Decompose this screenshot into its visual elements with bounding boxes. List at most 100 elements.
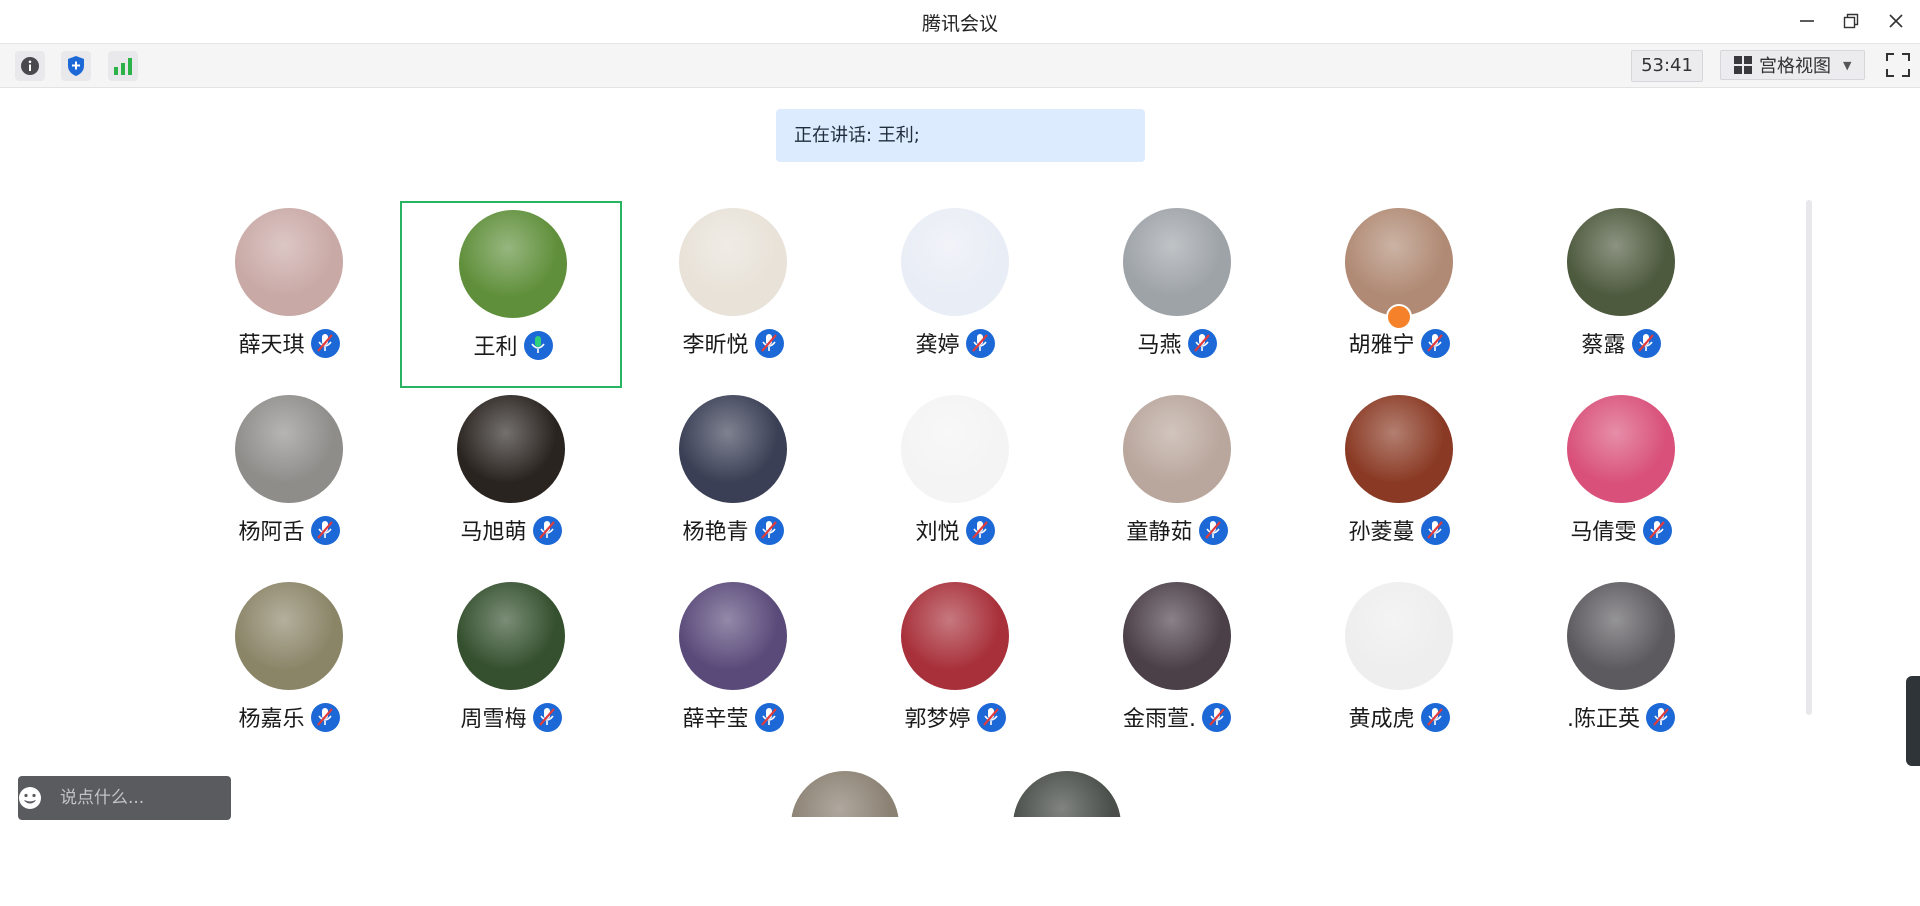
mic-muted-icon	[310, 515, 340, 545]
participant-avatar	[235, 395, 343, 503]
participant-tile[interactable]: 薛天琪	[178, 201, 400, 388]
participant-tile[interactable]: 孙菱蔓	[1288, 388, 1510, 575]
mic-muted-icon	[754, 702, 784, 732]
participant-name: 杨嘉乐	[238, 707, 305, 732]
mic-muted-icon	[754, 515, 784, 545]
participant-tile[interactable]: 刘悦	[844, 388, 1066, 575]
participant-tile[interactable]: 龚婷	[844, 201, 1066, 388]
participant-tile[interactable]: 童静茹	[1066, 388, 1288, 575]
participant-avatar	[459, 210, 567, 318]
participant-name: 童静茹	[1126, 520, 1193, 545]
mic-muted-icon	[1631, 328, 1661, 358]
participant-name: .陈正英	[1567, 707, 1640, 732]
participant-name: 蔡露	[1581, 333, 1626, 358]
participant-name: 黄成虎	[1348, 707, 1415, 732]
participant-name-row: 龚婷	[844, 327, 1066, 359]
participant-tile[interactable]: 蔡露	[1510, 201, 1732, 388]
view-mode-label: 宫格视图	[1759, 56, 1831, 77]
participant-name: 薛天琪	[238, 333, 305, 358]
mic-muted-icon	[1646, 702, 1675, 732]
meeting-info-button[interactable]	[15, 51, 45, 81]
participant-name-row: 蔡露	[1510, 327, 1732, 359]
participant-avatar	[679, 582, 787, 690]
collapse-chat-button[interactable]	[281, 776, 295, 820]
chat-input[interactable]	[42, 775, 281, 821]
close-button[interactable]	[1880, 6, 1912, 36]
emoji-button[interactable]	[18, 776, 42, 820]
participant-name: 杨艳青	[682, 520, 749, 545]
participant-name-row: 王利	[402, 329, 624, 361]
participant-name: 王利	[473, 335, 518, 360]
close-icon	[1889, 14, 1903, 28]
mic-muted-icon	[1198, 515, 1228, 545]
participant-tile[interactable]: 马旭萌	[400, 388, 622, 575]
view-mode-dropdown[interactable]: 宫格视图 ▼	[1720, 50, 1865, 80]
participant-name-row: 李昕悦	[622, 327, 844, 359]
participant-tile[interactable]: 马倩雯	[1510, 388, 1732, 575]
participant-tile[interactable]: 杨嘉乐	[178, 575, 400, 762]
mic-muted-icon	[310, 328, 340, 358]
participant-name-row: 周雪梅	[400, 701, 622, 733]
mic-muted-icon	[532, 515, 562, 545]
security-button[interactable]	[61, 51, 91, 81]
mic-muted-icon	[1202, 702, 1231, 732]
participant-tile[interactable]: 周雪梅	[400, 575, 622, 762]
participant-name: 金雨萱.	[1123, 707, 1196, 732]
participant-name: 李昕悦	[682, 333, 749, 358]
participant-tile[interactable]: .陈正英	[1510, 575, 1732, 762]
participant-avatar	[1345, 208, 1453, 316]
mic-muted-icon	[1642, 515, 1672, 545]
participant-name: 刘悦	[915, 520, 960, 545]
participant-name: 马倩雯	[1570, 520, 1637, 545]
active-speaker-banner: 正在讲话: 王利;	[776, 109, 1145, 162]
mic-muted-icon	[310, 702, 340, 732]
participant-tile[interactable]: 杨阿舌	[178, 388, 400, 575]
participant-tile[interactable]: 马燕	[1066, 201, 1288, 388]
participant-name-row: 童静茹	[1066, 514, 1288, 546]
participant-tile[interactable]: 黄成虎	[1288, 575, 1510, 762]
participant-name-row: 杨阿舌	[178, 514, 400, 546]
participant-tile[interactable]: 李昕悦	[622, 201, 844, 388]
mic-muted-icon	[965, 515, 995, 545]
participant-name-row: 郭梦婷	[844, 701, 1066, 733]
participant-avatar	[1345, 582, 1453, 690]
info-icon	[21, 57, 39, 75]
participant-avatar	[1567, 208, 1675, 316]
participant-avatar	[901, 582, 1009, 690]
participant-name: 孙菱蔓	[1348, 520, 1415, 545]
mic-muted-icon	[1420, 328, 1450, 358]
participant-avatar	[679, 395, 787, 503]
shield-icon	[68, 56, 84, 76]
participant-tile[interactable]: 杨艳青	[622, 388, 844, 575]
participant-name: 杨阿舌	[238, 520, 305, 545]
participant-avatar	[1123, 208, 1231, 316]
participant-tile[interactable]: 郭梦婷	[844, 575, 1066, 762]
network-status-button[interactable]	[108, 51, 138, 81]
restore-button[interactable]	[1835, 6, 1867, 36]
participant-name-row: 胡雅宁	[1288, 327, 1510, 359]
participant-avatar	[235, 208, 343, 316]
participant-name-row: 金雨萱.	[1066, 701, 1288, 733]
mic-muted-icon	[1187, 328, 1217, 358]
meeting-timer: 53:41	[1631, 50, 1703, 82]
participant-tile[interactable]: 胡雅宁	[1288, 201, 1510, 388]
window-title: 腾讯会议	[921, 13, 998, 35]
emoji-icon	[19, 787, 41, 809]
participant-name-row: 马燕	[1066, 327, 1288, 359]
participant-name-row: 杨嘉乐	[178, 701, 400, 733]
participant-name: 胡雅宁	[1348, 333, 1415, 358]
participant-tile[interactable]: 薛辛莹	[622, 575, 844, 762]
fullscreen-button[interactable]	[1884, 51, 1912, 79]
audio-level-meter	[1906, 676, 1920, 766]
participant-name: 马燕	[1137, 333, 1182, 358]
participant-avatar	[1567, 395, 1675, 503]
fullscreen-icon	[1886, 53, 1910, 77]
participant-tile[interactable]: 王利	[400, 201, 622, 388]
participant-tile[interactable]: 金雨萱.	[1066, 575, 1288, 762]
mic-muted-icon	[754, 328, 784, 358]
mic-muted-icon	[532, 702, 562, 732]
grid-scrollbar[interactable]	[1806, 200, 1812, 715]
minimize-button[interactable]	[1791, 6, 1823, 36]
signal-bars-icon	[114, 58, 132, 75]
mic-speaking-icon	[523, 330, 553, 360]
